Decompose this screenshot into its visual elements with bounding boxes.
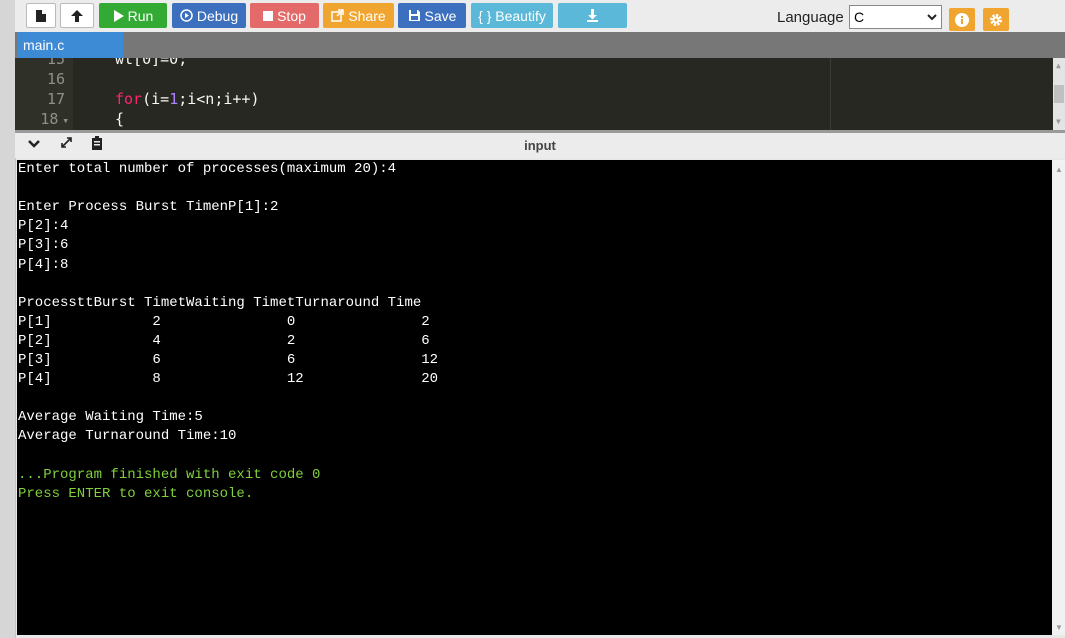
console-line: ...Program finished with exit code 0 bbox=[18, 466, 321, 483]
gear-icon bbox=[990, 13, 1002, 26]
download-icon bbox=[587, 9, 598, 22]
scroll-up-icon[interactable]: ▲ bbox=[1056, 61, 1061, 70]
upload-button[interactable] bbox=[60, 3, 94, 28]
beautify-label: { } Beautify bbox=[478, 7, 546, 24]
scroll-down-icon[interactable]: ▼ bbox=[1055, 623, 1063, 632]
tab-label: main.c bbox=[23, 37, 65, 53]
console-line: Average Waiting Time:5 bbox=[18, 409, 203, 426]
scroll-down-icon[interactable]: ▼ bbox=[1056, 117, 1061, 126]
number-literal: 1 bbox=[169, 90, 179, 108]
language-select[interactable]: C bbox=[849, 5, 942, 29]
settings-button[interactable] bbox=[983, 8, 1009, 31]
beautify-button[interactable]: { } Beautify bbox=[471, 3, 553, 28]
save-icon bbox=[408, 10, 420, 21]
console-line: P[3]:6 bbox=[18, 237, 69, 254]
io-panel-header: input bbox=[15, 133, 1065, 158]
run-label: Run bbox=[127, 7, 154, 24]
share-label: Share bbox=[348, 7, 386, 24]
language-label: Language bbox=[777, 9, 844, 26]
new-file-button[interactable] bbox=[26, 3, 56, 28]
save-label: Save bbox=[424, 7, 457, 24]
console-line: P[1] 2 0 2 bbox=[18, 313, 430, 330]
line-number: 15 bbox=[46, 58, 65, 68]
download-button[interactable] bbox=[558, 3, 627, 28]
line-number: 16 bbox=[46, 70, 65, 88]
tab-main-c[interactable]: main.c bbox=[17, 32, 123, 58]
share-icon bbox=[331, 9, 345, 22]
console-line: Enter Process Burst TimenP[1]:2 bbox=[18, 199, 279, 216]
line-number: 18 bbox=[40, 110, 59, 128]
console-line: Press ENTER to exit console. bbox=[18, 485, 254, 502]
console-line: P[2]:4 bbox=[18, 218, 69, 235]
print-margin bbox=[830, 58, 831, 130]
file-tab-bar: main.c bbox=[15, 32, 1065, 58]
play-icon bbox=[113, 9, 124, 22]
console-line: P[2] 4 2 6 bbox=[18, 332, 430, 349]
console-line: P[4]:8 bbox=[18, 256, 69, 273]
console-line: P[4] 8 12 20 bbox=[18, 371, 439, 388]
console-line: Enter total number of processes(maximum … bbox=[18, 161, 397, 177]
info-icon bbox=[955, 12, 969, 27]
line-number-folded[interactable]: 18 ▾ bbox=[19, 110, 69, 128]
language-value: C bbox=[854, 9, 865, 25]
code-editor[interactable]: 15 16 17 18 ▾ wt[0]=0; for(i=1;i<n;i++) {… bbox=[15, 58, 1065, 130]
io-panel-title: input bbox=[524, 138, 556, 153]
code-line: for(i=1;i<n;i++) bbox=[115, 90, 260, 108]
debug-icon bbox=[180, 9, 193, 22]
code-line: { bbox=[115, 110, 125, 128]
console-output[interactable]: Enter total number of processes(maximum … bbox=[17, 160, 1052, 635]
line-number: 17 bbox=[46, 90, 65, 108]
console-line: ProcessttBurst TimetWaiting TimetTurnaro… bbox=[18, 294, 422, 311]
fold-arrow-icon[interactable]: ▾ bbox=[62, 114, 69, 127]
code-text: ;i<n;i++) bbox=[178, 90, 260, 108]
chevron-down-icon bbox=[927, 13, 937, 20]
code-text: (i= bbox=[142, 90, 170, 108]
debug-label: Debug bbox=[196, 7, 239, 24]
scrollbar-thumb[interactable] bbox=[1054, 85, 1064, 103]
code-line: wt[0]=0; bbox=[115, 58, 188, 68]
line-number-gutter: 15 16 17 18 ▾ bbox=[15, 58, 73, 130]
info-button[interactable] bbox=[949, 8, 975, 31]
save-button[interactable]: Save bbox=[398, 3, 466, 28]
stop-button[interactable]: Stop bbox=[250, 3, 319, 28]
scroll-up-icon[interactable]: ▲ bbox=[1055, 165, 1063, 174]
stop-label: Stop bbox=[277, 7, 306, 24]
run-button[interactable]: Run bbox=[99, 3, 167, 28]
upload-icon bbox=[71, 9, 83, 22]
left-rail bbox=[0, 0, 16, 638]
debug-button[interactable]: Debug bbox=[172, 3, 246, 28]
stop-icon bbox=[263, 10, 274, 21]
console-line: P[3] 6 6 12 bbox=[18, 352, 439, 368]
file-icon bbox=[36, 9, 46, 22]
toolbar: Run Debug Stop Share Save { } Beautify L… bbox=[15, 0, 1065, 32]
share-button[interactable]: Share bbox=[323, 3, 394, 28]
console-scrollbar[interactable]: ▲ ▼ bbox=[1052, 160, 1065, 635]
console-line: Average Turnaround Time:10 bbox=[18, 428, 237, 445]
keyword: for bbox=[115, 90, 143, 108]
editor-scrollbar[interactable]: ▲ ▼ bbox=[1053, 58, 1065, 130]
